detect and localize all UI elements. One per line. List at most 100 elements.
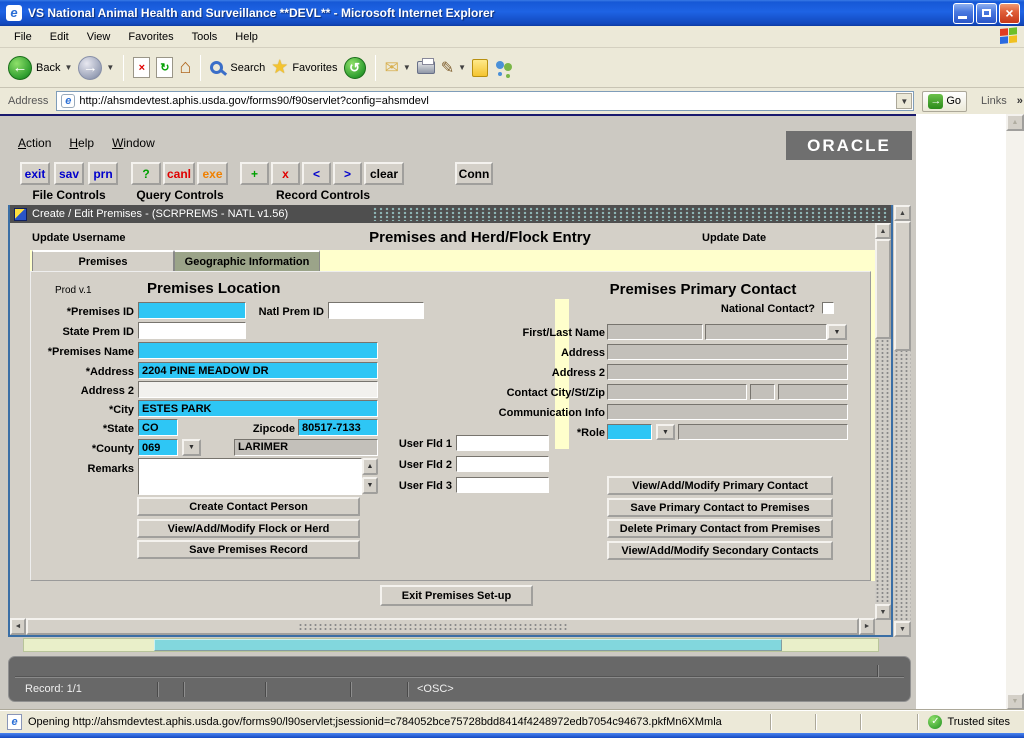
remarks-scroll-up-button[interactable] [362,458,378,475]
back-button[interactable]: ← Back ▼ [8,56,72,80]
state-field[interactable] [138,419,178,436]
save-button-toolbar[interactable]: sav [54,162,84,185]
oracle-menu-action[interactable]: Action [18,136,51,150]
scroll-down-button[interactable] [1006,693,1024,710]
scroll-left-button[interactable] [10,618,26,635]
mdi-horizontal-scrollbar[interactable] [23,638,879,652]
exit-premises-setup-button[interactable]: Exit Premises Set-up [380,585,533,606]
conn-button[interactable]: Conn [455,162,493,185]
scroll-down-button[interactable] [875,604,891,620]
form-title-bar[interactable]: Create / Edit Premises - (SCRPREMS - NAT… [10,205,891,223]
user-fld3-field[interactable] [456,477,549,493]
premises-name-field[interactable] [138,342,378,359]
menu-help[interactable]: Help [227,28,266,46]
stop-button[interactable]: × [133,57,150,78]
edit-button[interactable]: ✎ ▼ [441,58,466,78]
natl-prem-id-field[interactable] [328,302,424,319]
remarks-field[interactable] [138,458,362,495]
links-chevron-icon[interactable]: » [1017,95,1023,107]
notes-button[interactable] [472,59,488,77]
remarks-scroll-down-button[interactable] [362,477,378,494]
refresh-button[interactable]: ↻ [156,57,173,78]
restore-button[interactable] [976,3,997,24]
address2-field[interactable] [138,381,378,398]
scroll-up-button[interactable] [875,223,891,239]
clear-button[interactable]: clear [364,162,404,185]
form-horizontal-scrollbar[interactable] [10,618,875,635]
history-button[interactable]: ↺ [344,57,366,79]
arrow-right-icon [864,623,871,630]
scroll-right-button[interactable] [859,618,875,635]
messenger-button[interactable] [494,59,514,77]
print-button[interactable] [417,61,435,74]
delete-record-button[interactable]: x [271,162,300,185]
favorites-button[interactable]: ★ Favorites [271,56,337,79]
mdi-horizontal-scroll-thumb[interactable] [154,639,782,651]
national-contact-checkbox[interactable] [822,302,834,314]
scroll-down-button[interactable] [894,621,911,637]
close-button[interactable]: × [999,3,1020,24]
menu-view[interactable]: View [79,28,119,46]
cancel-query-button[interactable]: canl [163,162,195,185]
county-field[interactable] [138,439,178,456]
links-label[interactable]: Links [981,95,1007,107]
user-fld2-field[interactable] [456,456,549,472]
name-dropdown-button[interactable] [827,324,847,340]
tab-premises[interactable]: Premises [32,250,174,271]
address-field[interactable] [138,362,378,379]
mail-dropdown-icon[interactable]: ▼ [403,63,411,72]
go-button[interactable]: → Go [922,91,967,112]
contact-city-st-zip-label: Contact City/St/Zip [465,387,605,399]
zipcode-field[interactable] [298,419,378,436]
menu-edit[interactable]: Edit [42,28,77,46]
menu-tools[interactable]: Tools [184,28,226,46]
print-button-toolbar[interactable]: prn [88,162,118,185]
forward-button[interactable]: → ▼ [78,56,114,80]
menu-favorites[interactable]: Favorites [120,28,181,46]
next-record-button[interactable]: > [333,162,362,185]
create-contact-person-button[interactable]: Create Contact Person [137,497,360,516]
scroll-up-button[interactable] [894,205,911,221]
save-premises-record-button[interactable]: Save Premises Record [137,540,360,559]
delete-primary-contact-button[interactable]: Delete Primary Contact from Premises [607,519,833,538]
previous-record-button[interactable]: < [302,162,331,185]
back-dropdown-icon[interactable]: ▼ [64,63,72,72]
mdi-vertical-scrollbar[interactable] [894,205,911,637]
vertical-scroll-thumb[interactable] [875,239,891,339]
execute-query-button[interactable]: exe [197,162,228,185]
forward-dropdown-icon[interactable]: ▼ [106,63,114,72]
arrow-down-icon [1012,698,1019,705]
mail-button[interactable]: ✉ ▼ [385,58,411,78]
minimize-button[interactable] [953,3,974,24]
search-button[interactable]: Search [210,61,265,74]
menu-file[interactable]: File [6,28,40,46]
city-field[interactable] [138,400,378,417]
role-dropdown-button[interactable] [656,424,675,440]
premises-id-field[interactable] [138,302,246,319]
view-add-modify-secondary-contacts-button[interactable]: View/Add/Modify Secondary Contacts [607,541,833,560]
form-vertical-scrollbar[interactable] [875,223,891,620]
oracle-menu-window[interactable]: Window [112,136,155,150]
form-title: Create / Edit Premises - (SCRPREMS - NAT… [32,208,288,220]
horizontal-scroll-thumb[interactable] [26,618,859,635]
home-button[interactable]: ⌂ [179,56,191,79]
exit-button-toolbar[interactable]: exit [20,162,50,185]
view-add-modify-primary-contact-button[interactable]: View/Add/Modify Primary Contact [607,476,833,495]
enter-query-button[interactable]: ? [131,162,161,185]
page-favicon: e [61,94,75,108]
state-prem-id-field[interactable] [138,322,246,339]
county-dropdown-button[interactable] [182,439,201,456]
add-record-button[interactable]: + [240,162,269,185]
stop-icon: × [133,57,150,78]
browser-vertical-scrollbar[interactable] [1006,114,1024,710]
role-field[interactable] [607,424,652,440]
save-primary-contact-button[interactable]: Save Primary Contact to Premises [607,498,833,517]
tab-geographic-information[interactable]: Geographic Information [174,250,320,271]
view-add-modify-flock-or-herd-button[interactable]: View/Add/Modify Flock or Herd [137,519,360,538]
address-input[interactable]: e http://ahsmdevtest.aphis.usda.gov/form… [56,91,914,111]
edit-dropdown-icon[interactable]: ▼ [458,63,466,72]
address-dropdown-icon[interactable]: ▼ [896,93,912,109]
mdi-scroll-thumb[interactable] [894,221,911,351]
scroll-up-button[interactable] [1006,114,1024,131]
oracle-menu-help[interactable]: Help [69,136,94,150]
